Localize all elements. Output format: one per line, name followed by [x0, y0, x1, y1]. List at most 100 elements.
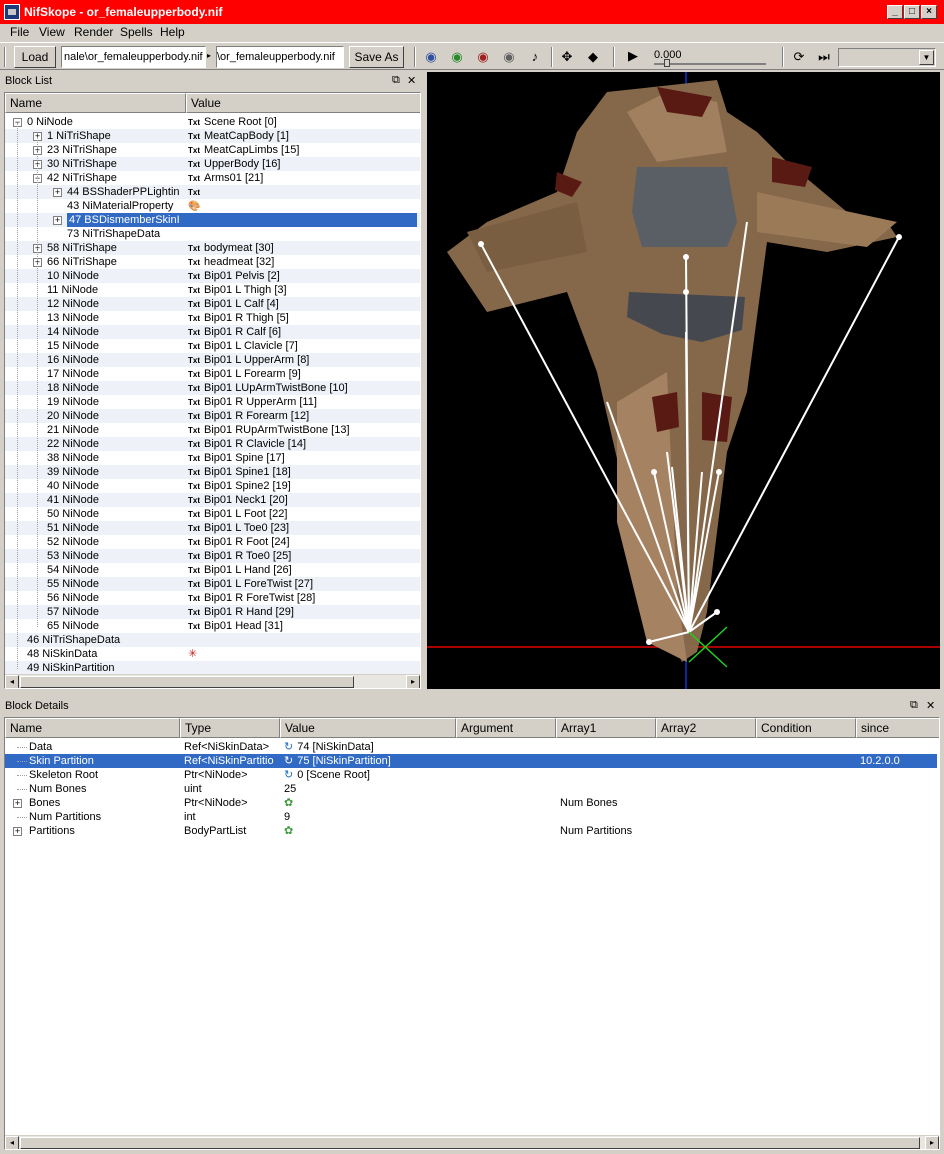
float-icon[interactable]: ⧉	[910, 699, 918, 712]
rotate-view-icon[interactable]: ◆	[584, 49, 602, 65]
scroll-left-icon[interactable]: ◂	[5, 675, 19, 688]
tree-row[interactable]: 65 NiNode Txt Bip01 Head [31]	[5, 619, 420, 633]
tree-row[interactable]: 10 NiNode Txt Bip01 Pelvis [2]	[5, 269, 420, 283]
maximize-button[interactable]: □	[904, 5, 920, 19]
tree-row[interactable]: 46 NiTriShapeData	[5, 633, 420, 647]
tree-row[interactable]: 48 NiSkinData ✳	[5, 647, 420, 661]
load-path-input[interactable]: nale\or_femaleupperbody.nif	[61, 46, 206, 68]
tree-row[interactable]: 51 NiNode Txt Bip01 L Toe0 [23]	[5, 521, 420, 535]
detail-row[interactable]: Num Partitions int 9	[5, 810, 937, 824]
tree-row[interactable]: 53 NiNode Txt Bip01 R Toe0 [25]	[5, 549, 420, 563]
load-button[interactable]: Load	[14, 46, 56, 68]
tree-row[interactable]: 16 NiNode Txt Bip01 L UpperArm [8]	[5, 353, 420, 367]
scrollbar-thumb[interactable]	[20, 1137, 920, 1149]
tree-row[interactable]: 11 NiNode Txt Bip01 L Thigh [3]	[5, 283, 420, 297]
tree-row[interactable]: 12 NiNode Txt Bip01 L Calf [4]	[5, 297, 420, 311]
menu-help[interactable]: Help	[160, 25, 185, 39]
block-list-tree[interactable]: Name Value −0 NiNode Txt Scene Root [0] +1 …	[4, 92, 421, 689]
tree-row[interactable]: 38 NiNode Txt Bip01 Spine [17]	[5, 451, 420, 465]
close-icon[interactable]: ✕	[407, 74, 416, 87]
expand-icon[interactable]: +	[53, 188, 62, 197]
tree-row[interactable]: 57 NiNode Txt Bip01 R Hand [29]	[5, 605, 420, 619]
tree-row[interactable]: +44 BSShaderPPLightin Txt	[5, 185, 420, 199]
animation-select[interactable]: ▼	[838, 48, 936, 67]
chevron-down-icon[interactable]: ▼	[919, 50, 934, 65]
column-header-argument[interactable]: Argument	[456, 718, 556, 738]
scroll-left-icon[interactable]: ◂	[5, 1136, 19, 1149]
tree-row[interactable]: 55 NiNode Txt Bip01 L ForeTwist [27]	[5, 577, 420, 591]
tree-row[interactable]: +66 NiTriShape Txt headmeat [32]	[5, 255, 420, 269]
tree-row[interactable]: 49 NiSkinPartition	[5, 661, 420, 675]
minimize-button[interactable]: _	[887, 5, 903, 19]
time-slider[interactable]	[654, 63, 766, 65]
tree-row[interactable]: −42 NiTriShape Txt Arms01 [21]	[5, 171, 420, 185]
expand-icon[interactable]: +	[13, 827, 22, 836]
detail-row[interactable]: + Bones Ptr<NiNode> Num Bones ✿	[5, 796, 937, 810]
tree-row[interactable]: 54 NiNode Txt Bip01 L Hand [26]	[5, 563, 420, 577]
tree-row[interactable]: 18 NiNode Txt Bip01 LUpArmTwistBone [10]	[5, 381, 420, 395]
tree-row[interactable]: 73 NiTriShapeData	[5, 227, 420, 241]
tree-row[interactable]: +47 BSDismemberSkinI	[5, 213, 420, 227]
loop-icon[interactable]: ⟳	[790, 49, 808, 65]
column-header-array1[interactable]: Array1	[556, 718, 656, 738]
tree-row[interactable]: 13 NiNode Txt Bip01 R Thigh [5]	[5, 311, 420, 325]
move-icon[interactable]: ✥	[558, 49, 576, 65]
column-header-type[interactable]: Type	[180, 718, 280, 738]
tree-row[interactable]: 43 NiMaterialProperty 🎨	[5, 199, 420, 213]
detail-row[interactable]: Data Ref<NiSkinData> ↻ 74 [NiSkinData]	[5, 740, 937, 754]
menu-view[interactable]: View	[39, 25, 65, 39]
tree-row[interactable]: +23 NiTriShape Txt MeatCapLimbs [15]	[5, 143, 420, 157]
save-as-button[interactable]: Save As	[349, 46, 404, 68]
tree-row[interactable]: 22 NiNode Txt Bip01 R Clavicle [14]	[5, 437, 420, 451]
close-icon[interactable]: ✕	[926, 699, 935, 712]
time-slider-handle[interactable]	[664, 59, 670, 67]
eye-gray-icon[interactable]: ◉	[500, 49, 518, 65]
tree-row[interactable]: 17 NiNode Txt Bip01 L Forearm [9]	[5, 367, 420, 381]
tree-row[interactable]: +30 NiTriShape Txt UpperBody [16]	[5, 157, 420, 171]
tree-row[interactable]: 20 NiNode Txt Bip01 R Forearm [12]	[5, 409, 420, 423]
column-header-name[interactable]: Name	[5, 93, 186, 113]
save-path-input[interactable]: \or_femaleupperbody.nif	[216, 46, 344, 68]
tree-row[interactable]: 39 NiNode Txt Bip01 Spine1 [18]	[5, 465, 420, 479]
play-icon[interactable]: ▶	[624, 48, 642, 64]
eye-blue-icon[interactable]: ◉	[422, 49, 440, 65]
tree-row[interactable]: 14 NiNode Txt Bip01 R Calf [6]	[5, 325, 420, 339]
eye-red-icon[interactable]: ◉	[474, 49, 492, 65]
switch-icon[interactable]: ⏭	[815, 49, 833, 65]
column-header-value[interactable]: Value	[186, 93, 420, 113]
column-header-since[interactable]: since	[856, 718, 939, 738]
tree-row[interactable]: 41 NiNode Txt Bip01 Neck1 [20]	[5, 493, 420, 507]
column-header-name[interactable]: Name	[5, 718, 180, 738]
tree-row[interactable]: 21 NiNode Txt Bip01 RUpArmTwistBone [13]	[5, 423, 420, 437]
tree-row[interactable]: +1 NiTriShape Txt MeatCapBody [1]	[5, 129, 420, 143]
horizontal-scrollbar[interactable]: ◂ ▸	[5, 1135, 939, 1149]
detail-row[interactable]: Num Bones uint 25	[5, 782, 937, 796]
float-icon[interactable]: ⧉	[392, 74, 400, 87]
tree-row[interactable]: 40 NiNode Txt Bip01 Spine2 [19]	[5, 479, 420, 493]
close-button[interactable]: ×	[921, 5, 937, 19]
scrollbar-thumb[interactable]	[20, 676, 354, 688]
detail-row[interactable]: + Partitions BodyPartList Num Partitions ✿	[5, 824, 937, 838]
tree-row[interactable]: 52 NiNode Txt Bip01 R Foot [24]	[5, 535, 420, 549]
menu-file[interactable]: File	[10, 25, 29, 39]
menu-render[interactable]: Render	[74, 25, 113, 39]
column-header-array2[interactable]: Array2	[656, 718, 756, 738]
expand-icon[interactable]: +	[53, 216, 62, 225]
render-viewport[interactable]	[427, 72, 940, 689]
tree-row[interactable]: 15 NiNode Txt Bip01 L Clavicle [7]	[5, 339, 420, 353]
horizontal-scrollbar[interactable]: ◂ ▸	[5, 674, 420, 688]
scroll-right-icon[interactable]: ▸	[406, 675, 420, 688]
column-header-value[interactable]: Value	[280, 718, 456, 738]
eye-green-icon[interactable]: ◉	[448, 49, 466, 65]
tree-row[interactable]: +58 NiTriShape Txt bodymeat [30]	[5, 241, 420, 255]
tree-row[interactable]: −0 NiNode Txt Scene Root [0]	[5, 115, 420, 129]
detail-row[interactable]: Skin Partition Ref<NiSkinPartitio 10.2.0.0…	[5, 754, 937, 768]
tree-row[interactable]: 19 NiNode Txt Bip01 R UpperArm [11]	[5, 395, 420, 409]
scroll-right-icon[interactable]: ▸	[925, 1136, 939, 1149]
expand-icon[interactable]: +	[13, 799, 22, 808]
tree-row[interactable]: 56 NiNode Txt Bip01 R ForeTwist [28]	[5, 591, 420, 605]
detail-row[interactable]: Skeleton Root Ptr<NiNode> ↻ 0 [Scene Root]	[5, 768, 937, 782]
column-header-condition[interactable]: Condition	[756, 718, 856, 738]
footprints-icon[interactable]: ♪	[526, 49, 544, 65]
menu-spells[interactable]: Spells	[120, 25, 153, 39]
